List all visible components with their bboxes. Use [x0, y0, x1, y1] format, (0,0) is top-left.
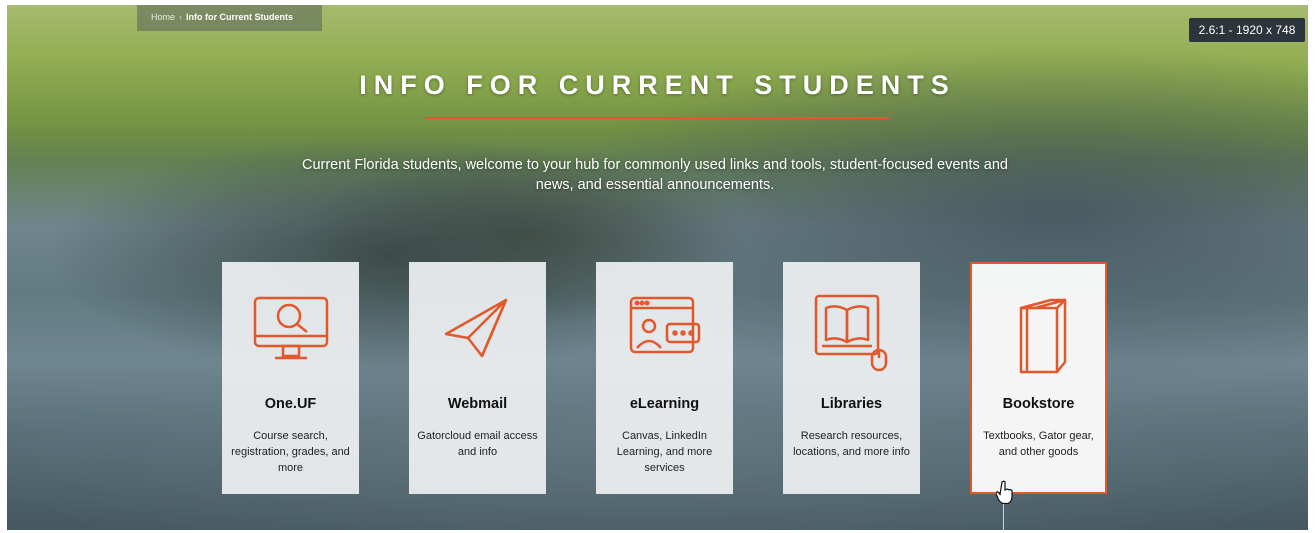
breadcrumb-current: Info for Current Students: [186, 12, 294, 22]
breadcrumb: Home › Info for Current Students: [137, 5, 322, 31]
breadcrumb-home-link[interactable]: Home: [151, 12, 175, 22]
paper-plane-icon: [409, 294, 546, 374]
card-description: Textbooks, Gator gear, and other goods: [983, 430, 1094, 458]
card-title: Webmail: [447, 396, 508, 412]
resolution-badge: 2.6:1 - 1920 x 748: [1189, 18, 1305, 42]
card-elearning[interactable]: eLearning Canvas, LinkedIn Learning, and…: [596, 262, 733, 494]
intro-text: Current Florida students, welcome to you…: [301, 157, 1009, 193]
card-title: Bookstore: [1002, 396, 1075, 412]
title-divider: [425, 117, 890, 119]
card-description: Gatorcloud email access and info: [417, 430, 538, 458]
card-title: eLearning: [629, 396, 700, 412]
hand-pointer-icon: [995, 480, 1014, 509]
card-description: Research resources, locations, and more …: [793, 430, 910, 458]
breadcrumb-separator: ›: [179, 12, 183, 22]
book-icon: [972, 296, 1105, 376]
card-webmail[interactable]: Webmail Gatorcloud email access and info: [409, 262, 546, 494]
card-title: One.UF: [264, 396, 317, 412]
card-one-uf[interactable]: One.UF Course search, registration, grad…: [222, 262, 359, 494]
online-learning-icon: [596, 294, 733, 374]
card-bookstore[interactable]: Bookstore Textbooks, Gator gear, and oth…: [970, 262, 1107, 494]
card-title: Libraries: [820, 396, 883, 412]
card-libraries[interactable]: Libraries Research resources, locations,…: [783, 262, 920, 494]
card-description: Course search, registration, grades, and…: [231, 430, 350, 474]
book-monitor-icon: [783, 294, 920, 374]
monitor-search-icon: [222, 294, 359, 374]
card-description: Canvas, LinkedIn Learning, and more serv…: [616, 430, 713, 474]
page-title: INFO FOR CURRENT STUDENTS: [359, 70, 956, 100]
